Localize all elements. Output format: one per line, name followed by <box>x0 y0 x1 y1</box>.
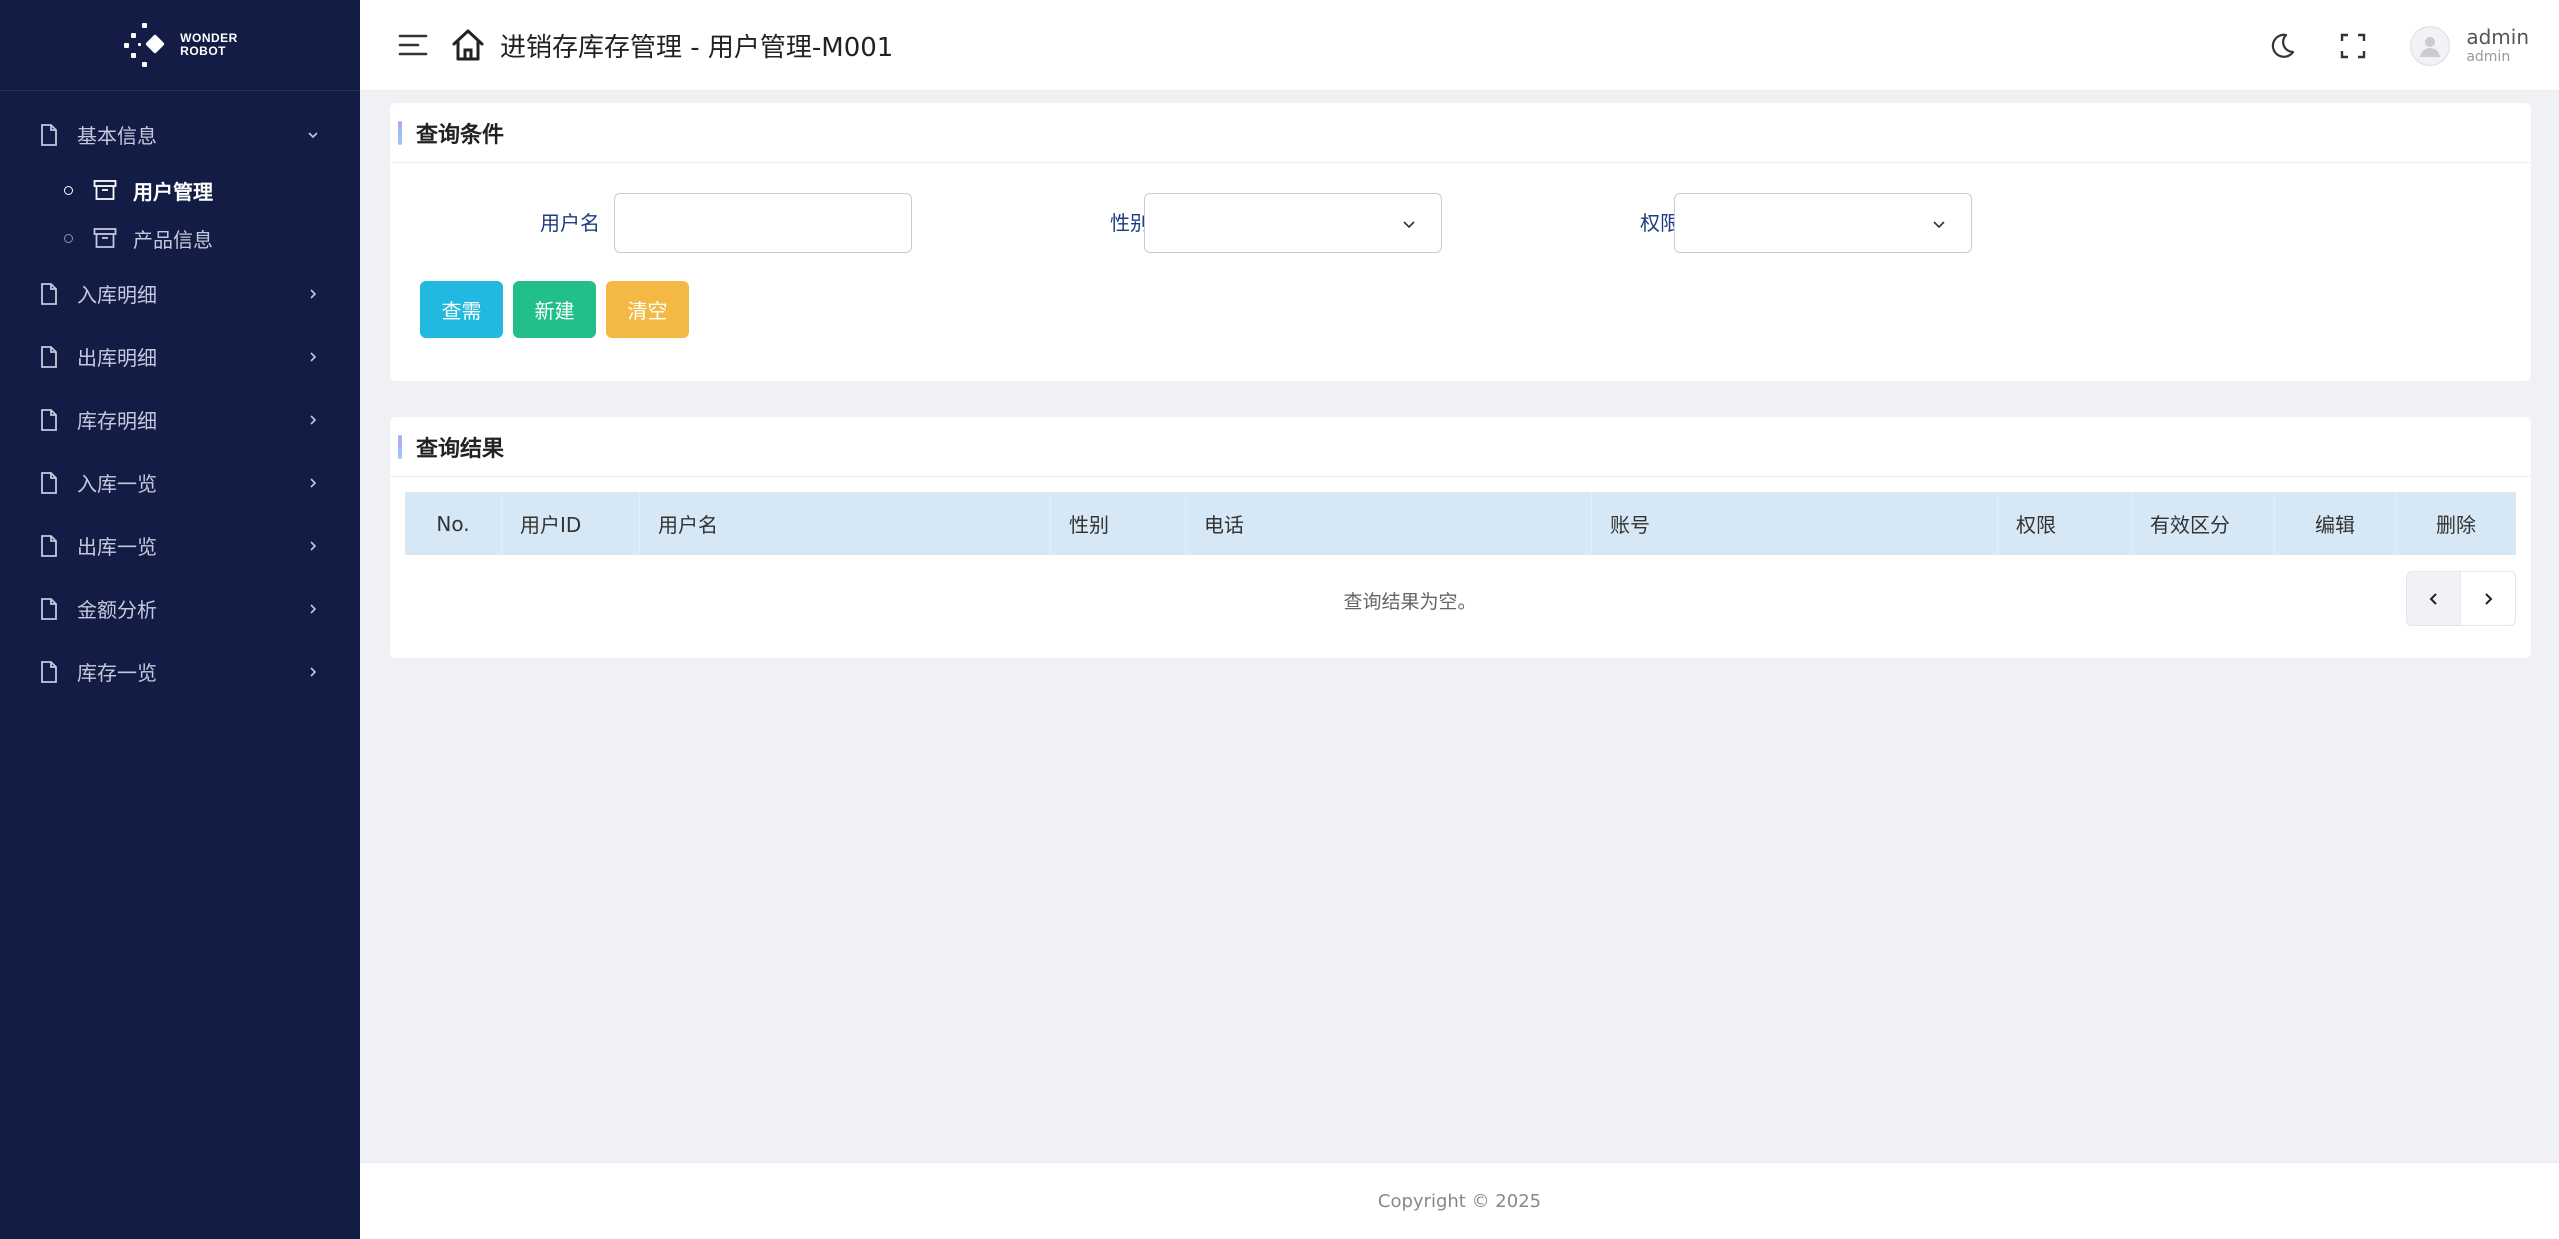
username-label: 用户名 <box>540 211 600 235</box>
column-header-edit[interactable]: 编辑 <box>2275 492 2396 555</box>
username-input[interactable] <box>614 193 912 253</box>
sidebar-item-stock-detail[interactable]: 库存明细 <box>0 388 360 451</box>
chevron-down-icon <box>308 131 318 138</box>
user-info[interactable]: admin admin <box>2466 25 2529 66</box>
chevron-right-icon <box>310 414 317 425</box>
user-icon <box>2420 36 2441 57</box>
search-buttons: 查需 新建 清空 <box>420 281 689 338</box>
header-actions: admin admin <box>2266 0 2529 91</box>
pagination <box>2406 571 2516 626</box>
chevron-right-icon <box>310 666 317 677</box>
sidebar-item-basic-info[interactable]: 基本信息 <box>0 103 360 166</box>
sidebar-subitem-label: 用户管理 <box>133 179 213 204</box>
chevron-down-icon <box>1933 221 1945 229</box>
sidebar-item-label: 入库明细 <box>77 283 157 307</box>
file-icon <box>41 282 57 305</box>
sidebar-item-label: 出库一览 <box>77 535 157 559</box>
logo-text: WONDER ROBOT <box>180 31 238 58</box>
avatar[interactable] <box>2410 25 2451 66</box>
file-icon <box>41 660 57 683</box>
logo: WONDER ROBOT <box>0 0 360 91</box>
next-page-button[interactable] <box>2461 571 2516 626</box>
sidebar-item-label: 库存一览 <box>77 661 157 685</box>
search-panel-title: 查询条件 <box>416 122 505 148</box>
bullet-icon <box>64 233 73 243</box>
sidebar-item-inbound-overview[interactable]: 入库一览 <box>0 451 360 514</box>
search-button[interactable]: 查需 <box>420 281 503 338</box>
column-header-gender[interactable]: 性别 <box>1051 492 1186 555</box>
archive-icon <box>93 228 117 248</box>
sidebar-item-inbound-detail[interactable]: 入库明细 <box>0 262 360 325</box>
sidebar-subitem-user-management[interactable]: 用户管理 <box>0 166 360 214</box>
chevron-right-icon <box>310 540 317 551</box>
menu-toggle-icon[interactable] <box>398 32 428 58</box>
file-icon <box>41 408 57 431</box>
file-icon <box>41 123 57 146</box>
column-header-delete[interactable]: 删除 <box>2396 492 2516 555</box>
search-form: 用户名 性别 权限 <box>390 193 2531 253</box>
page-title: 进销存库存管理 - 用户管理-M001 <box>500 32 894 63</box>
table-header: No. 用户ID 用户名 性别 电话 账号 权限 有效区分 编辑 删除 <box>405 492 2516 555</box>
bullet-icon <box>64 185 73 195</box>
logo-mark-icon <box>122 21 170 69</box>
sidebar-item-label: 金额分析 <box>77 598 157 622</box>
sidebar-item-amount-analysis[interactable]: 金额分析 <box>0 577 360 640</box>
dark-mode-icon[interactable] <box>2266 31 2296 61</box>
permission-select[interactable] <box>1674 193 1972 253</box>
new-button[interactable]: 新建 <box>513 281 596 338</box>
permission-label: 权限 <box>1640 211 1680 235</box>
column-header-no[interactable]: No. <box>405 492 502 555</box>
search-panel-header: 查询条件 <box>390 103 2531 163</box>
column-header-account[interactable]: 账号 <box>1592 492 1998 555</box>
sidebar-subitem-label: 产品信息 <box>133 227 213 252</box>
gender-label: 性别 <box>1110 211 1150 235</box>
sidebar-item-stock-overview[interactable]: 库存一览 <box>0 640 360 703</box>
chevron-left-icon <box>2429 592 2437 605</box>
sidebar-item-label: 出库明细 <box>77 346 157 370</box>
fullscreen-icon[interactable] <box>2338 31 2368 61</box>
sidebar-item-label: 库存明细 <box>77 409 157 433</box>
chevron-right-icon <box>310 351 317 362</box>
file-icon <box>41 597 57 620</box>
copyright-text: Copyright © 2025 <box>1377 1190 1542 1212</box>
result-panel-header: 查询结果 <box>390 417 2531 477</box>
sidebar: WONDER ROBOT 基本信息 用户管理 产品信息 入库明细 出库明细 库存… <box>0 0 360 1239</box>
user-name: admin <box>2466 25 2529 50</box>
chevron-down-icon <box>1403 221 1415 229</box>
chevron-right-icon <box>310 477 317 488</box>
footer: Copyright © 2025 <box>360 1162 2559 1239</box>
sidebar-subitem-product-info[interactable]: 产品信息 <box>0 214 360 262</box>
result-panel: 查询结果 No. 用户ID 用户名 性别 电话 账号 权限 有效区分 编辑 删除… <box>390 417 2531 658</box>
sidebar-menu: 基本信息 用户管理 产品信息 入库明细 出库明细 库存明细 入库一览 出库一览 … <box>0 91 360 703</box>
result-panel-title: 查询结果 <box>416 436 505 462</box>
file-icon <box>41 345 57 368</box>
empty-result-text: 查询结果为空。 <box>1343 591 1477 613</box>
top-header: 进销存库存管理 - 用户管理-M001 admin admin <box>360 0 2559 91</box>
prev-page-button[interactable] <box>2406 571 2461 626</box>
chevron-right-icon <box>310 603 317 614</box>
column-header-user-id[interactable]: 用户ID <box>502 492 640 555</box>
home-icon[interactable] <box>450 28 486 62</box>
chevron-right-icon <box>2485 592 2493 605</box>
user-role: admin <box>2466 49 2511 66</box>
column-header-valid-flag[interactable]: 有效区分 <box>2132 492 2275 555</box>
sidebar-item-label: 基本信息 <box>77 124 157 148</box>
sidebar-item-outbound-detail[interactable]: 出库明细 <box>0 325 360 388</box>
sidebar-item-outbound-overview[interactable]: 出库一览 <box>0 514 360 577</box>
file-icon <box>41 534 57 557</box>
archive-icon <box>93 180 117 200</box>
file-icon <box>41 471 57 494</box>
sidebar-item-label: 入库一览 <box>77 472 157 496</box>
column-header-username[interactable]: 用户名 <box>640 492 1051 555</box>
column-header-phone[interactable]: 电话 <box>1186 492 1592 555</box>
search-panel: 查询条件 用户名 性别 权限 查需 新建 清空 <box>390 103 2531 381</box>
clear-button[interactable]: 清空 <box>606 281 689 338</box>
column-header-permission[interactable]: 权限 <box>1998 492 2132 555</box>
chevron-right-icon <box>310 288 317 299</box>
gender-select[interactable] <box>1144 193 1442 253</box>
